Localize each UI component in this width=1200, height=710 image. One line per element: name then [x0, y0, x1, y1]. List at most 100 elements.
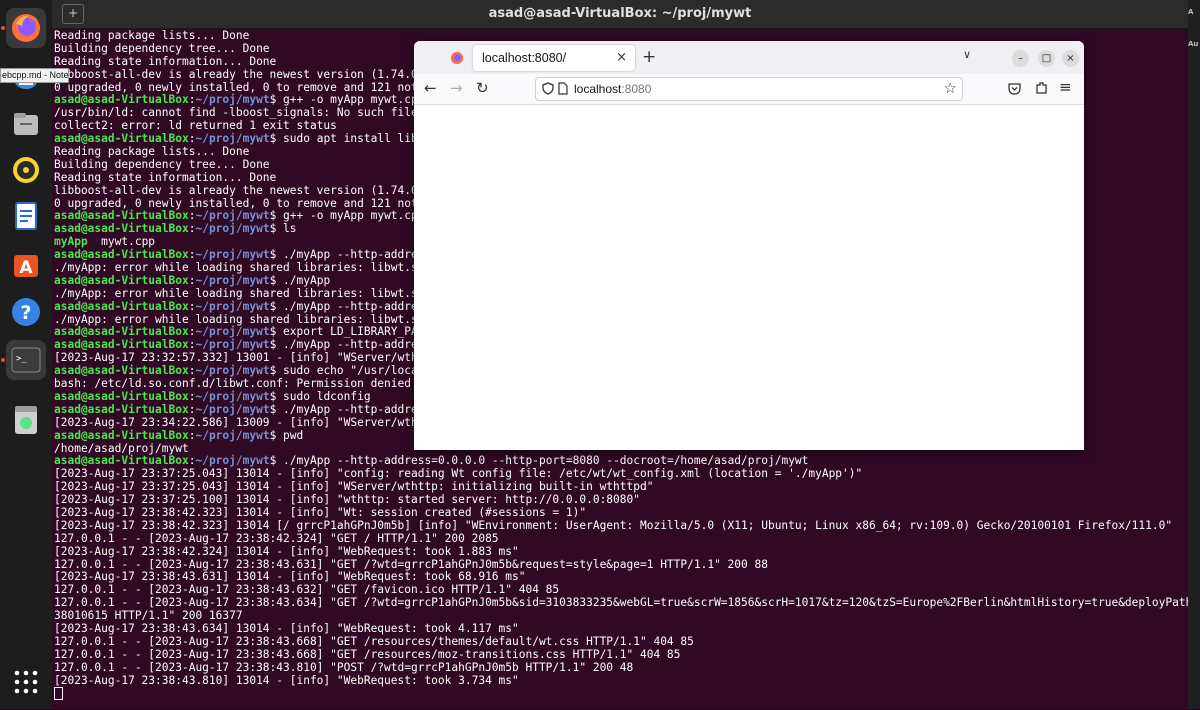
- terminal-text-segment: ~/proj/mywt: [195, 222, 270, 236]
- terminal-text-segment: 127.0.0.1 - - [2023-Aug-17 23:38:43.634]…: [54, 596, 1188, 610]
- terminal-text-segment: ~/proj/mywt: [195, 364, 270, 378]
- terminal-text-segment: Reading state information... Done: [54, 54, 277, 68]
- terminal-text-segment: 127.0.0.1 - - [2023-Aug-17 23:38:43.810]…: [54, 660, 634, 674]
- terminal-text-segment: $ g++ -o myApp mywt.cpp: [269, 209, 425, 223]
- terminal-text-segment: ./myApp: error while loading shared libr…: [54, 286, 432, 300]
- terminal-text-segment: ~/proj/mywt: [195, 325, 270, 339]
- terminal-text-segment: $ ./myApp: [269, 273, 331, 287]
- terminal-text-segment: $ sudo echo "/usr/local/: [269, 364, 432, 378]
- terminal-text-segment: 127.0.0.1 - - [2023-Aug-17 23:38:43.668]…: [54, 647, 681, 661]
- terminal-text-segment: 38010615 HTTP/1.1" 200 16377: [54, 609, 243, 623]
- page-info-icon[interactable]: [558, 82, 568, 95]
- terminal-text-segment: [2023-Aug-17 23:38:43.634] 13014 - [info…: [54, 621, 519, 635]
- terminal-text-segment: $ pwd: [269, 428, 304, 442]
- terminal-text-segment: asad@asad-VirtualBox: [54, 428, 189, 442]
- right-window-edge[interactable]: A Au: [1188, 0, 1200, 709]
- close-button[interactable]: ×: [1062, 50, 1079, 67]
- terminal-text-segment: $ g++ -o myApp mywt.cpp: [269, 93, 425, 107]
- terminal-text-segment: myApp: [54, 235, 88, 249]
- trash-icon: [15, 406, 37, 434]
- terminal-text-segment: ./myApp: error while loading shared libr…: [54, 261, 432, 275]
- terminal-text-segment: ./myApp: error while loading shared libr…: [54, 312, 432, 326]
- terminal-text-segment: asad@asad-VirtualBox: [54, 364, 189, 378]
- terminal-text-segment: $ ls: [269, 222, 297, 236]
- terminal-text-segment: $ sudo ldconfig: [269, 389, 371, 403]
- list-tabs-icon[interactable]: ∨: [963, 48, 971, 61]
- dock-writer[interactable]: [6, 196, 46, 236]
- terminal-text-segment: [2023-Aug-17 23:37:25.100] 13014 - [info…: [54, 493, 640, 507]
- right-edge-label-mid: Au: [1188, 40, 1199, 48]
- dock-rhythmbox[interactable]: [6, 150, 46, 190]
- firefox-tab[interactable]: localhost:8080/ ×: [473, 45, 635, 71]
- ubuntu-dock: A ? >_: [0, 0, 52, 709]
- terminal-text-segment: asad@asad-VirtualBox: [54, 325, 189, 339]
- url-text: localhost:8080: [574, 82, 651, 96]
- maximize-button[interactable]: □: [1038, 50, 1055, 67]
- reload-icon[interactable]: ↻: [476, 79, 489, 97]
- page-content[interactable]: [414, 105, 1084, 450]
- terminal-text-segment: asad@asad-VirtualBox: [54, 454, 189, 468]
- firefox-tab-bar: localhost:8080/ × + ∨ – □ ×: [414, 41, 1084, 74]
- dock-help[interactable]: ?: [6, 292, 46, 332]
- firefox-view-icon[interactable]: [450, 51, 464, 65]
- dock-trash[interactable]: [6, 400, 46, 440]
- writer-icon: [15, 202, 37, 230]
- terminal-text-segment: ~/proj/mywt: [195, 93, 270, 107]
- rhythmbox-icon: [13, 157, 39, 183]
- minimize-button[interactable]: –: [1012, 50, 1029, 67]
- terminal-text-segment: Reading package lists... Done: [54, 145, 250, 159]
- terminal-text-segment: Building dependency tree... Done: [54, 41, 270, 55]
- terminal-text-segment: ~/proj/mywt: [195, 209, 270, 223]
- url-port: :8080: [621, 82, 652, 96]
- terminal-text-segment: asad@asad-VirtualBox: [54, 338, 189, 352]
- terminal-text-segment: [2023-Aug-17 23:37:25.043] 13014 - [info…: [54, 467, 863, 481]
- extensions-icon[interactable]: [1035, 81, 1048, 95]
- terminal-text-segment: $ export LD_LIBRARY_PATH: [269, 325, 432, 339]
- terminal-text-segment: 0 upgraded, 0 newly installed, 0 to remo…: [54, 80, 432, 94]
- terminal-text-segment: bash: /etc/ld.so.conf.d/libwt.conf: Perm…: [54, 377, 411, 391]
- new-tab-icon[interactable]: +: [642, 47, 656, 67]
- terminal-text-segment: Reading package lists... Done: [54, 30, 250, 42]
- terminal-line: [2023-Aug-17 23:38:43.810] 13014 - [info…: [54, 673, 1188, 688]
- terminal-text-segment: asad@asad-VirtualBox: [54, 209, 189, 223]
- tab-close-icon[interactable]: ×: [616, 50, 627, 65]
- terminal-titlebar[interactable]: + asad@asad-VirtualBox: ~/proj/mywt: [52, 0, 1188, 29]
- dock-show-apps[interactable]: [6, 662, 46, 702]
- terminal-text-segment: 127.0.0.1 - - [2023-Aug-17 23:38:43.631]…: [54, 557, 768, 571]
- terminal-text-segment: Reading state information... Done: [54, 170, 277, 184]
- terminal-text-segment: $ ./myApp --http-address: [269, 299, 432, 313]
- terminal-text-segment: ~/proj/mywt: [195, 402, 270, 416]
- dock-app-center[interactable]: A: [6, 244, 46, 284]
- bookmark-star-icon[interactable]: ☆: [944, 79, 957, 97]
- url-bar[interactable]: localhost:8080 ☆: [535, 77, 963, 101]
- terminal-text-segment: asad@asad-VirtualBox: [54, 299, 189, 313]
- forward-icon[interactable]: →: [450, 79, 463, 97]
- pocket-icon[interactable]: [1008, 82, 1021, 95]
- terminal-text-segment: /home/asad/proj/mywt: [54, 441, 189, 455]
- dock-files[interactable]: [6, 104, 46, 144]
- terminal-text-segment: ~/proj/mywt: [195, 389, 270, 403]
- terminal-title: asad@asad-VirtualBox: ~/proj/mywt: [488, 6, 752, 21]
- terminal-text-segment: [2023-Aug-17 23:37:25.043] 13014 - [info…: [54, 480, 654, 494]
- firefox-window[interactable]: localhost:8080/ × + ∨ – □ × ← → ↻ localh…: [414, 41, 1084, 450]
- terminal-text-segment: asad@asad-VirtualBox: [54, 222, 189, 236]
- terminal-text-segment: mywt.cpp: [87, 235, 156, 249]
- terminal-text-segment: $ ./myApp --http-address=0.0.0.0 --http-…: [269, 454, 809, 468]
- menu-icon[interactable]: ≡: [1059, 78, 1072, 96]
- terminal-text-segment: 127.0.0.1 - - [2023-Aug-17 23:38:43.668]…: [54, 634, 694, 648]
- shield-icon[interactable]: [542, 82, 554, 95]
- firefox-nav-bar: ← → ↻ localhost:8080 ☆ ≡: [414, 74, 1084, 105]
- dock-firefox[interactable]: [6, 8, 46, 48]
- back-icon[interactable]: ←: [424, 79, 437, 97]
- svg-text:?: ?: [20, 302, 31, 324]
- terminal-cursor: [54, 687, 63, 701]
- dock-tooltip: ebcpp.md - Notepad++: [0, 68, 69, 83]
- dock-terminal[interactable]: >_: [6, 340, 46, 380]
- terminal-icon: >_: [11, 347, 41, 373]
- terminal-text-segment: $ ./myApp --http-addres: [269, 338, 425, 352]
- svg-text:>_: >_: [16, 354, 27, 364]
- terminal-text-segment: [2023-Aug-17 23:38:43.810] 13014 - [info…: [54, 673, 519, 687]
- terminal-text-segment: [2023-Aug-17 23:38:43.631] 13014 - [info…: [54, 570, 526, 584]
- terminal-text-segment: ~/proj/mywt: [195, 454, 270, 468]
- svg-text:A: A: [19, 258, 33, 278]
